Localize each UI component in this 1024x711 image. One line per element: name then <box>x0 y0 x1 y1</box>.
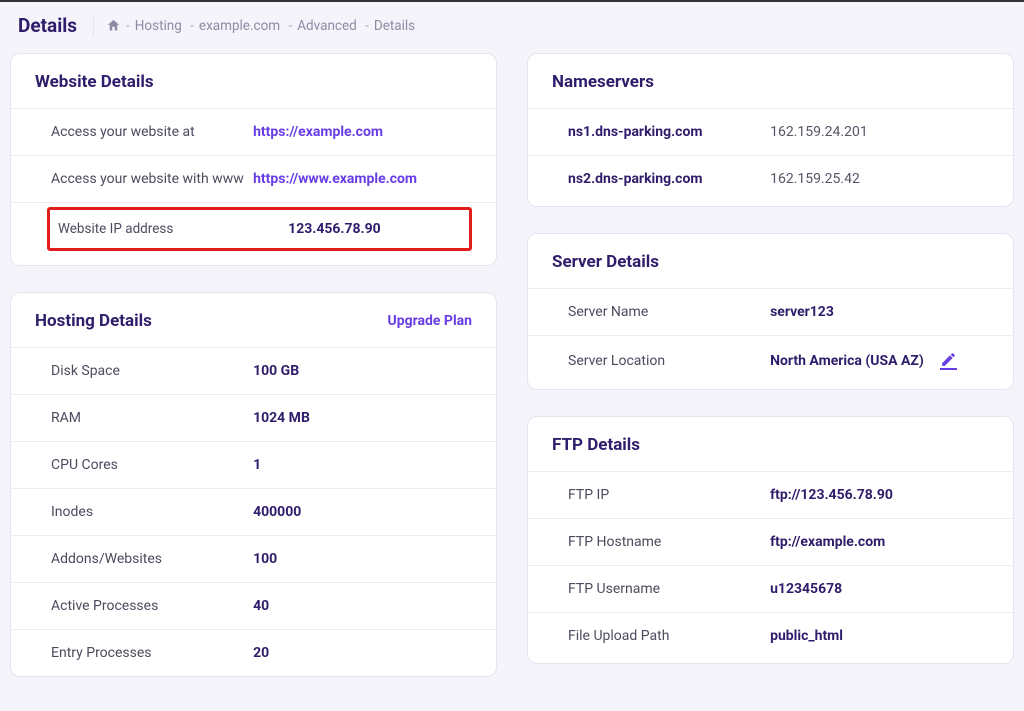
ftp-upload-path-value: public_html <box>770 628 989 644</box>
pencil-icon <box>940 351 957 368</box>
row-label: CPU Cores <box>51 457 253 473</box>
row-label: FTP Hostname <box>568 534 770 550</box>
hosting-details-card: Hosting Details Upgrade Plan Disk Space … <box>10 292 497 677</box>
website-details-card: Website Details Access your website at h… <box>10 53 497 266</box>
breadcrumb: - Hosting - example.com - Advanced - Det… <box>106 18 415 34</box>
ftp-details-card: FTP Details FTP IP ftp://123.456.78.90 F… <box>527 416 1014 664</box>
hosting-row: Active Processes 40 <box>11 582 496 629</box>
row-label: Access your website at <box>51 124 253 140</box>
website-url-link[interactable]: https://example.com <box>253 124 472 140</box>
ftp-hostname-value: ftp://example.com <box>770 534 989 550</box>
nameserver-ip: 162.159.25.42 <box>770 171 989 187</box>
row-label: Entry Processes <box>51 645 253 661</box>
website-access-www-row: Access your website with www https://www… <box>11 155 496 202</box>
row-label: Disk Space <box>51 363 253 379</box>
row-label: FTP Username <box>568 581 770 597</box>
server-location-text: North America (USA AZ) <box>770 353 924 369</box>
nameserver-row: ns2.dns-parking.com 162.159.25.42 <box>528 155 1013 202</box>
home-icon[interactable] <box>106 18 121 33</box>
card-title: Nameservers <box>552 72 654 92</box>
row-label: FTP IP <box>568 487 770 503</box>
row-value: 100 GB <box>253 363 472 379</box>
page-title: Details <box>18 14 94 37</box>
breadcrumb-item[interactable]: Hosting <box>135 18 182 34</box>
hosting-row: Entry Processes 20 <box>11 629 496 676</box>
ftp-row: File Upload Path public_html <box>528 612 1013 659</box>
server-details-card: Server Details Server Name server123 Ser… <box>527 233 1014 390</box>
card-title: FTP Details <box>552 435 640 455</box>
hosting-row: Inodes 400000 <box>11 488 496 535</box>
hosting-row: Addons/Websites 100 <box>11 535 496 582</box>
hosting-row: Disk Space 100 GB <box>11 347 496 394</box>
breadcrumb-item[interactable]: Advanced <box>297 18 357 34</box>
website-ip-value: 123.456.78.90 <box>288 221 469 237</box>
row-label: Addons/Websites <box>51 551 253 567</box>
row-value: 1 <box>253 457 472 473</box>
nameserver-row: ns1.dns-parking.com 162.159.24.201 <box>528 108 1013 155</box>
breadcrumb-sep: - <box>362 18 369 34</box>
row-value: 20 <box>253 645 472 661</box>
nameserver-ip: 162.159.24.201 <box>770 124 989 140</box>
row-label: Website IP address <box>58 221 288 237</box>
nameserver-host: ns1.dns-parking.com <box>568 124 770 140</box>
hosting-row: CPU Cores 1 <box>11 441 496 488</box>
hosting-row: RAM 1024 MB <box>11 394 496 441</box>
server-row: Server Name server123 <box>528 288 1013 335</box>
card-title: Server Details <box>552 252 659 272</box>
row-label: Server Name <box>568 304 770 320</box>
ftp-ip-value: ftp://123.456.78.90 <box>770 487 989 503</box>
row-label: File Upload Path <box>568 628 770 644</box>
website-www-url-link[interactable]: https://www.example.com <box>253 171 472 187</box>
row-value: 100 <box>253 551 472 567</box>
server-location-value: North America (USA AZ) <box>770 351 989 370</box>
breadcrumb-item[interactable]: Details <box>374 18 415 34</box>
server-row: Server Location North America (USA AZ) <box>528 335 1013 385</box>
row-label: Active Processes <box>51 598 253 614</box>
row-value: 400000 <box>253 504 472 520</box>
upgrade-plan-link[interactable]: Upgrade Plan <box>388 313 472 329</box>
website-access-row: Access your website at https://example.c… <box>11 108 496 155</box>
row-value: 40 <box>253 598 472 614</box>
row-label: RAM <box>51 410 253 426</box>
ftp-row: FTP Username u12345678 <box>528 565 1013 612</box>
ftp-row: FTP Hostname ftp://example.com <box>528 518 1013 565</box>
card-title: Hosting Details <box>35 311 152 331</box>
page-header: Details - Hosting - example.com - Advanc… <box>0 2 1024 53</box>
nameservers-card: Nameservers ns1.dns-parking.com 162.159.… <box>527 53 1014 207</box>
ftp-username-value: u12345678 <box>770 581 989 597</box>
row-value: 1024 MB <box>253 410 472 426</box>
breadcrumb-sep: - <box>285 18 292 34</box>
row-label: Access your website with www <box>51 171 253 187</box>
server-name-value: server123 <box>770 304 989 320</box>
left-column: Website Details Access your website at h… <box>10 53 497 677</box>
edit-location-button[interactable] <box>940 351 957 370</box>
breadcrumb-sep: - <box>126 18 130 34</box>
right-column: Nameservers ns1.dns-parking.com 162.159.… <box>527 53 1014 677</box>
nameserver-host: ns2.dns-parking.com <box>568 171 770 187</box>
row-label: Server Location <box>568 353 770 369</box>
website-ip-highlight: Website IP address 123.456.78.90 <box>47 207 472 251</box>
breadcrumb-item[interactable]: example.com <box>199 18 280 34</box>
breadcrumb-sep: - <box>187 18 194 34</box>
ftp-row: FTP IP ftp://123.456.78.90 <box>528 471 1013 518</box>
row-label: Inodes <box>51 504 253 520</box>
card-title: Website Details <box>35 72 154 92</box>
